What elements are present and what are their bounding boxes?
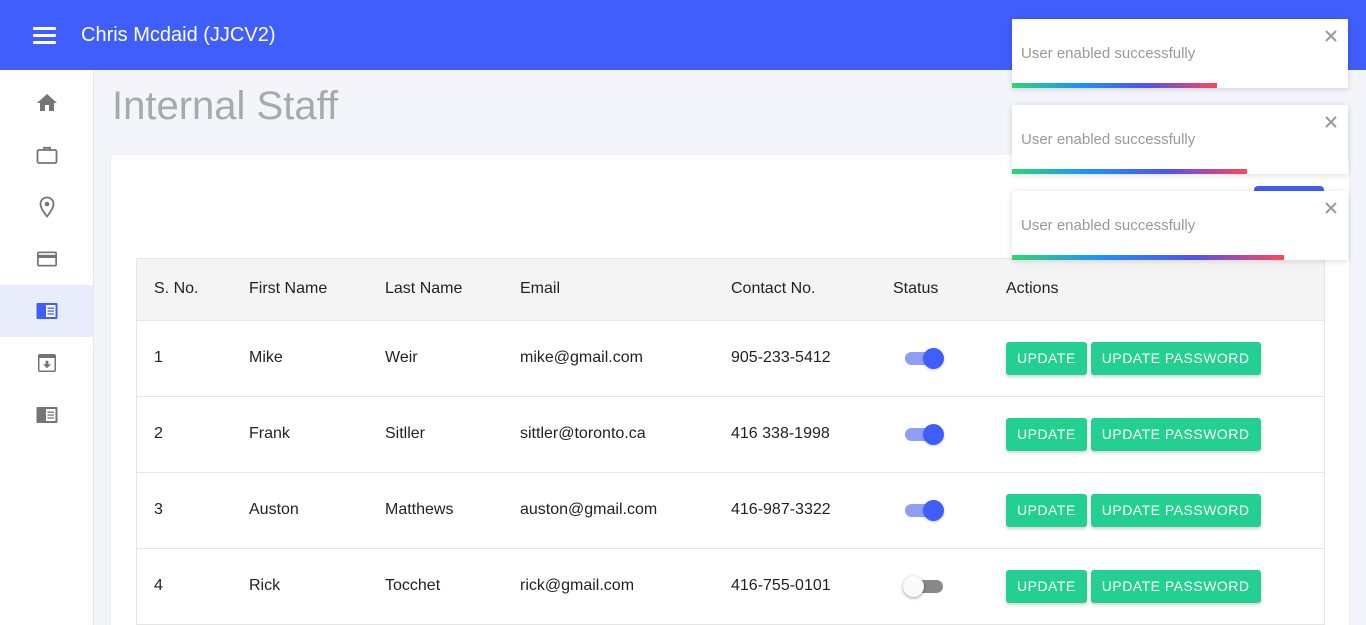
credit-card-icon: [36, 251, 57, 267]
status-toggle[interactable]: [905, 423, 945, 445]
column-header-contact[interactable]: Contact No.: [731, 259, 893, 320]
cell-actions: UPDATE UPDATE PASSWORD: [1006, 320, 1324, 396]
table-header-row: S. No. First Name Last Name Email Contac…: [137, 259, 1324, 320]
sidebar-item-locations[interactable]: [0, 181, 93, 233]
archive-icon: [37, 354, 56, 372]
cell-last-name: Tocchet: [385, 577, 441, 595]
cell-actions: UPDATE UPDATE PASSWORD: [1006, 472, 1324, 548]
app-title: Chris Mcdaid (JJCV2): [81, 24, 276, 46]
toast-message: User enabled successfully: [1021, 45, 1196, 62]
toast-progress-bar: [1012, 169, 1248, 174]
briefcase-icon: [36, 146, 57, 164]
update-password-button[interactable]: UPDATE PASSWORD: [1090, 493, 1261, 527]
cell-status: [893, 548, 1006, 624]
status-toggle[interactable]: [905, 499, 945, 521]
toast-notification: User enabled successfully: [1012, 19, 1348, 88]
update-button[interactable]: UPDATE: [1006, 569, 1087, 603]
sidebar: [0, 70, 94, 625]
column-header-sno[interactable]: S. No.: [137, 259, 249, 320]
home-icon: [36, 94, 57, 111]
column-header-first-name[interactable]: First Name: [249, 259, 385, 320]
column-header-email[interactable]: Email: [520, 259, 731, 320]
location-pin-icon: [39, 196, 54, 218]
cell-sno: 2: [154, 425, 163, 442]
sidebar-item-jobs[interactable]: [0, 129, 93, 181]
update-button[interactable]: UPDATE: [1006, 341, 1087, 375]
toast-notification: User enabled successfully: [1012, 191, 1348, 260]
sidebar-item-archive[interactable]: [0, 337, 93, 389]
close-icon[interactable]: [1323, 200, 1339, 216]
cell-first-name: Frank: [249, 425, 290, 442]
cell-actions: UPDATE UPDATE PASSWORD: [1006, 396, 1324, 472]
sidebar-item-home[interactable]: [0, 77, 93, 129]
sidebar-item-payments[interactable]: [0, 233, 93, 285]
sidebar-item-list[interactable]: [0, 389, 93, 441]
cell-email: rick@gmail.com: [520, 577, 635, 595]
cell-email: mike@gmail.com: [520, 349, 643, 366]
sidebar-item-internal-staff[interactable]: [0, 285, 93, 337]
table-row: 3 Auston Matthews auston@gmail.com 416-9…: [137, 472, 1324, 548]
column-header-status[interactable]: Status: [893, 259, 1006, 320]
hamburger-menu-icon[interactable]: [33, 27, 56, 44]
cell-last-name: Weir: [385, 349, 418, 366]
cell-actions: UPDATE UPDATE PASSWORD: [1006, 548, 1324, 624]
cell-contact: 905-233-5412: [731, 349, 831, 366]
cell-first-name: Rick: [249, 577, 281, 595]
cell-sno: 1: [154, 349, 163, 366]
staff-table: S. No. First Name Last Name Email Contac…: [136, 258, 1325, 625]
update-password-button[interactable]: UPDATE PASSWORD: [1090, 569, 1261, 603]
update-password-button[interactable]: UPDATE PASSWORD: [1090, 341, 1261, 375]
cell-contact: 416-987-3322: [731, 501, 831, 518]
cell-status: [893, 396, 1006, 472]
table-row: 4 Rick Tocchet rick@gmail.com 416-755-01…: [137, 548, 1324, 624]
column-header-actions: Actions: [1006, 280, 1059, 298]
cell-sno: 3: [154, 501, 163, 518]
cell-email: auston@gmail.com: [520, 501, 658, 518]
update-password-button[interactable]: UPDATE PASSWORD: [1090, 417, 1261, 451]
table-row: 1 Mike Weir mike@gmail.com 905-233-5412 …: [137, 320, 1324, 396]
toast-message: User enabled successfully: [1021, 131, 1196, 148]
close-icon[interactable]: [1323, 28, 1339, 44]
status-toggle[interactable]: [903, 575, 945, 598]
toast-progress-bar: [1012, 83, 1217, 88]
list-icon: [36, 407, 57, 423]
toast-notification: User enabled successfully: [1012, 105, 1348, 174]
cell-last-name: Matthews: [385, 501, 454, 518]
page-title: Internal Staff: [112, 84, 339, 128]
cell-email: sittler@toronto.ca: [520, 425, 646, 442]
staff-list-icon: [36, 303, 57, 319]
update-button[interactable]: UPDATE: [1006, 417, 1087, 451]
status-toggle[interactable]: [905, 347, 945, 369]
column-header-last-name[interactable]: Last Name: [385, 259, 520, 320]
cell-first-name: Mike: [249, 349, 283, 366]
cell-contact: 416 338-1998: [731, 425, 830, 442]
table-row: 2 Frank Sitller sittler@toronto.ca 416 3…: [137, 396, 1324, 472]
cell-sno: 4: [154, 577, 163, 595]
toast-progress-bar: [1012, 255, 1285, 260]
cell-status: [893, 472, 1006, 548]
toast-message: User enabled successfully: [1021, 217, 1196, 234]
cell-first-name: Auston: [249, 501, 299, 518]
close-icon[interactable]: [1323, 114, 1339, 130]
cell-status: [893, 320, 1006, 396]
update-button[interactable]: UPDATE: [1006, 493, 1087, 527]
cell-contact: 416-755-0101: [731, 577, 831, 595]
cell-last-name: Sitller: [385, 425, 426, 442]
